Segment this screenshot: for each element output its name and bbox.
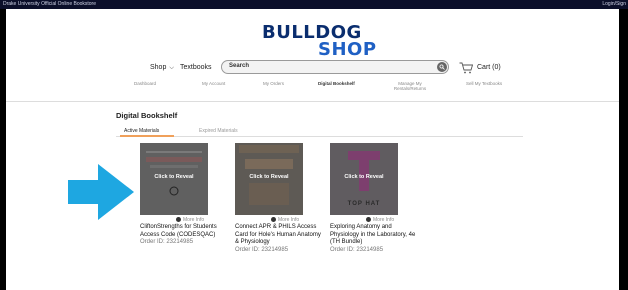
more-info-label: More Info <box>373 217 395 223</box>
item-title: CliftonStrengths for Students Access Cod… <box>140 224 226 247</box>
arrow-right-icon <box>68 164 134 220</box>
more-info-label: More Info <box>183 217 205 223</box>
top-bar: Drake University Official Online Booksto… <box>0 0 628 9</box>
store-name: Drake University Official Online Booksto… <box>3 1 96 7</box>
item-title: Connect APR & PHILS Access Card for Hole… <box>235 224 321 254</box>
item-title: Exploring Anatomy and Physiology in the … <box>330 224 416 254</box>
login-link[interactable]: Login/Sign <box>602 1 626 7</box>
cart-label: Cart (0) <box>477 64 501 71</box>
tab-my-orders[interactable]: My Orders <box>263 81 284 86</box>
info-icon <box>271 217 276 222</box>
book-cover[interactable]: Click to Reveal <box>235 143 303 215</box>
item-title-text: Exploring Anatomy and Physiology in the … <box>330 224 416 245</box>
click-to-reveal[interactable]: Click to Reveal <box>140 174 208 180</box>
shop-menu[interactable]: Shop ⌵ <box>150 64 174 72</box>
page: BULLDOG SHOP Shop ⌵ Textbooks Search Cart… <box>6 9 619 290</box>
click-to-reveal[interactable]: Click to Reveal <box>235 174 303 180</box>
bulldog-shop-logo[interactable]: BULLDOG SHOP <box>262 22 376 62</box>
order-id: Order ID: 23214985 <box>140 239 194 245</box>
book-cover[interactable]: Click to Reveal TOP HAT <box>330 143 398 215</box>
search-icon <box>439 64 445 70</box>
item-title-text: CliftonStrengths for Students Access Cod… <box>140 224 217 238</box>
cart-link[interactable]: Cart (0) <box>459 61 501 79</box>
active-tab-underline <box>120 135 174 137</box>
more-info-link[interactable]: More Info <box>271 217 299 223</box>
logo-line2: SHOP <box>318 39 377 60</box>
tab-expired-materials[interactable]: Expired Materials <box>199 128 238 134</box>
tab-active-materials[interactable]: Active Materials <box>124 128 159 134</box>
order-id: Order ID: 23214985 <box>330 246 384 253</box>
click-to-reveal[interactable]: Click to Reveal <box>330 174 398 180</box>
divider <box>6 101 619 102</box>
chevron-down-icon: ⌵ <box>169 65 174 71</box>
search-box[interactable]: Search <box>221 60 449 74</box>
info-icon <box>176 217 181 222</box>
search-input[interactable]: Search <box>229 63 249 69</box>
cover-text: TOP HAT <box>347 201 381 207</box>
page-title: Digital Bookshelf <box>116 111 178 120</box>
more-info-label: More Info <box>278 217 300 223</box>
book-cover[interactable]: Click to Reveal <box>140 143 208 215</box>
cart-icon <box>459 62 474 74</box>
tab-my-account[interactable]: My Account <box>202 81 225 86</box>
shop-label: Shop <box>150 64 167 71</box>
tab-sell-textbooks[interactable]: Sell My Textbooks <box>466 81 502 86</box>
tab-dashboard[interactable]: Dashboard <box>134 81 156 86</box>
tab-digital-bookshelf[interactable]: Digital Bookshelf <box>318 81 355 86</box>
search-button[interactable] <box>437 62 447 72</box>
textbooks-link[interactable]: Textbooks <box>180 64 212 71</box>
info-icon <box>366 217 371 222</box>
item-title-text: Connect APR & PHILS Access Card for Hole… <box>235 224 321 245</box>
more-info-link[interactable]: More Info <box>176 217 204 223</box>
material-tabs: Active Materials Expired Materials <box>116 125 523 137</box>
more-info-link[interactable]: More Info <box>366 217 394 223</box>
order-id: Order ID: 23214985 <box>235 246 289 253</box>
tab-manage-rentals[interactable]: Manage My Rentals/Returns <box>389 81 431 91</box>
account-tabs: Dashboard My Account My Orders Digital B… <box>6 79 619 101</box>
